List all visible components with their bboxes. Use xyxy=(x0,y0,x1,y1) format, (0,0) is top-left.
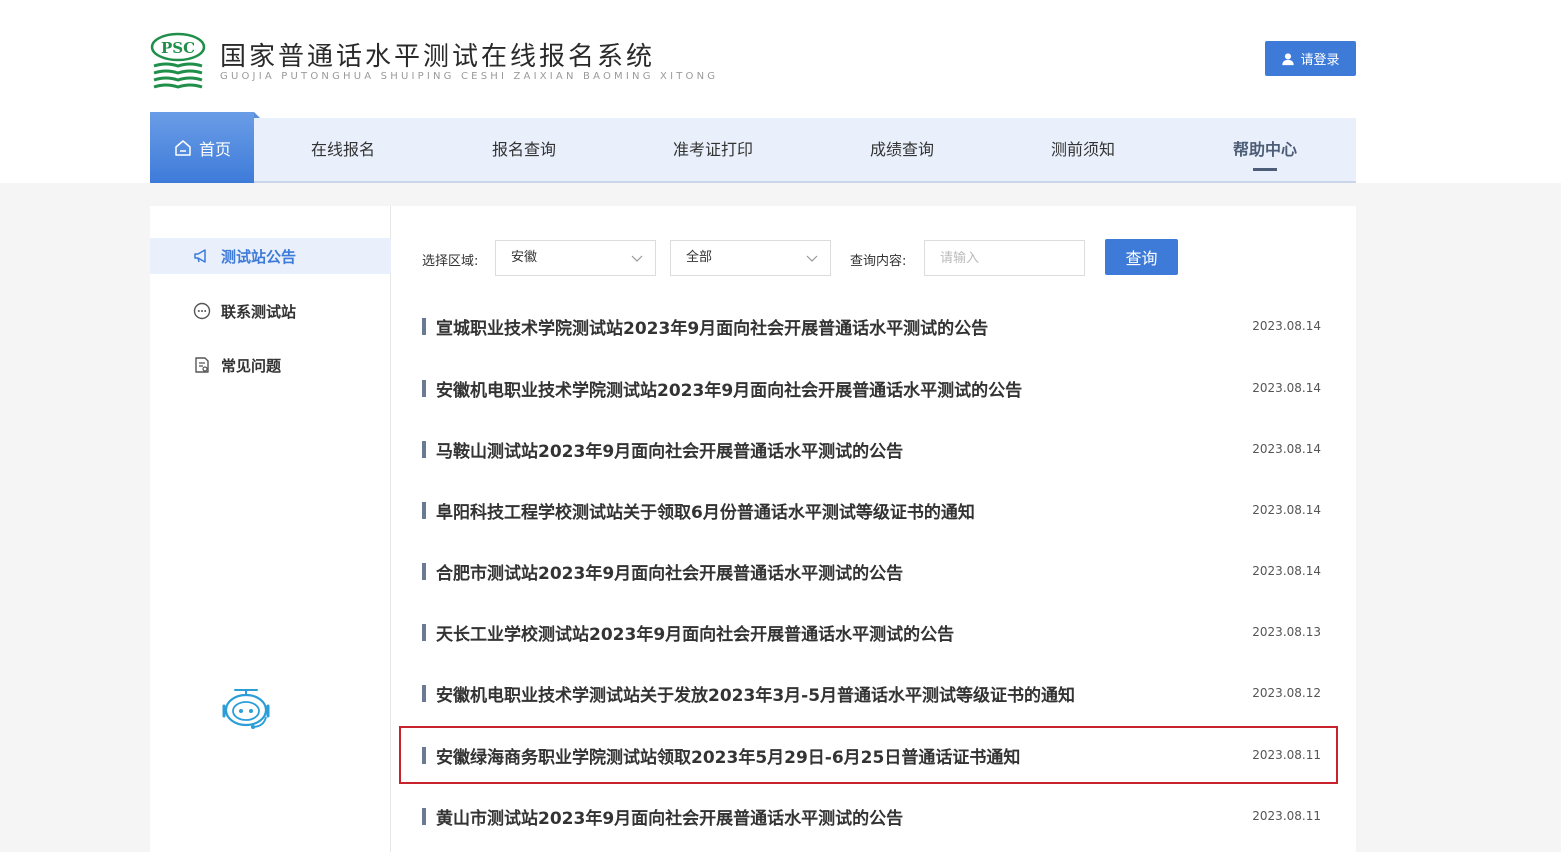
chevron-down-icon xyxy=(806,255,818,262)
list-item-marker xyxy=(422,746,426,764)
list-item[interactable]: 宣城职业技术学院测试站2023年9月面向社会开展普通话水平测试的公告 2023.… xyxy=(422,308,1327,344)
notice-title: 安徽机电职业技术学测试站关于发放2023年3月-5月普通话水平测试等级证书的通知 xyxy=(436,685,1076,706)
list-item-marker xyxy=(422,501,426,519)
list-item[interactable]: 黄山市测试站2023年9月面向社会开展普通话水平测试的公告 2023.08.11 xyxy=(422,798,1327,834)
sidebar-item-faq[interactable]: 常见问题 xyxy=(150,347,391,383)
notice-date: 2023.08.11 xyxy=(1252,748,1321,762)
list-item[interactable]: 安徽机电职业技术学测试站关于发放2023年3月-5月普通话水平测试等级证书的通知… xyxy=(422,675,1327,711)
sidebar-item-label: 联系测试站 xyxy=(221,302,297,321)
home-icon xyxy=(175,139,191,156)
nav-admission-ticket-print[interactable]: 准考证打印 xyxy=(658,118,768,181)
nav-score-query[interactable]: 成绩查询 xyxy=(852,118,952,181)
nav-pretest-notice[interactable]: 测前须知 xyxy=(1033,118,1133,181)
notice-date: 2023.08.14 xyxy=(1252,319,1321,333)
chevron-down-icon xyxy=(631,255,643,262)
main-content: 测试站公告 联系测试站 常见问题 选择区域: 安徽 全部 查询内容: 请输入 查… xyxy=(150,206,1356,852)
query-content-label: 查询内容: xyxy=(850,254,907,269)
region-label: 选择区域: xyxy=(422,254,479,269)
sidebar-item-contact[interactable]: 联系测试站 xyxy=(150,293,391,329)
nav-help-center-label: 帮助中心 xyxy=(1232,140,1297,159)
query-input[interactable] xyxy=(924,240,1085,276)
list-item-marker xyxy=(422,379,426,397)
province-select[interactable]: 安徽 xyxy=(495,240,656,276)
nav-online-registration[interactable]: 在线报名 xyxy=(293,118,393,181)
list-item[interactable]: 合肥市测试站2023年9月面向社会开展普通话水平测试的公告 2023.08.14 xyxy=(422,553,1327,589)
list-item[interactable]: 阜阳科技工程学校测试站关于领取6月份普通话水平测试等级证书的通知 2023.08… xyxy=(422,492,1327,528)
chat-icon xyxy=(193,302,211,320)
notice-title: 黄山市测试站2023年9月面向社会开展普通话水平测试的公告 xyxy=(436,808,904,829)
list-item-marker xyxy=(422,562,426,580)
list-item[interactable]: 马鞍山测试站2023年9月面向社会开展普通话水平测试的公告 2023.08.14 xyxy=(422,431,1327,467)
nav-home-label: 首页 xyxy=(198,139,231,159)
list-item-highlighted[interactable]: 安徽绿海商务职业学院测试站领取2023年5月29日-6月25日普通话证书通知 2… xyxy=(422,737,1327,773)
notice-title: 宣城职业技术学院测试站2023年9月面向社会开展普通话水平测试的公告 xyxy=(436,318,989,339)
notice-date: 2023.08.13 xyxy=(1252,625,1321,639)
list-item-marker xyxy=(422,807,426,825)
list-item[interactable]: 安徽机电职业技术学院测试站2023年9月面向社会开展普通话水平测试的公告 202… xyxy=(422,370,1327,406)
list-item-marker xyxy=(422,440,426,458)
notice-date: 2023.08.14 xyxy=(1252,564,1321,578)
list-item[interactable]: 天长工业学校测试站2023年9月面向社会开展普通话水平测试的公告 2023.08… xyxy=(422,614,1327,650)
robot-assistant-icon[interactable] xyxy=(220,686,272,732)
notice-title: 马鞍山测试站2023年9月面向社会开展普通话水平测试的公告 xyxy=(436,441,904,462)
login-button[interactable]: 请登录 xyxy=(1265,41,1356,76)
main-nav: 首页 在线报名 报名查询 准考证打印 成绩查询 测前须知 帮助中心 xyxy=(150,112,1356,183)
sidebar: 测试站公告 联系测试站 常见问题 xyxy=(150,206,391,852)
notice-date: 2023.08.11 xyxy=(1252,809,1321,823)
sidebar-item-notices[interactable]: 测试站公告 xyxy=(150,238,391,274)
notice-title: 安徽绿海商务职业学院测试站领取2023年5月29日-6月25日普通话证书通知 xyxy=(436,747,1021,768)
svg-text:PSC: PSC xyxy=(161,39,195,57)
login-label: 请登录 xyxy=(1300,53,1340,68)
notice-title: 合肥市测试站2023年9月面向社会开展普通话水平测试的公告 xyxy=(436,563,904,584)
site-logo[interactable]: PSC 国家普通话水平测试在线报名系统 GUOJIA PUTONGHUA SHU… xyxy=(150,32,715,90)
site-subtitle: GUOJIA PUTONGHUA SHUIPING CESHI ZAIXIAN … xyxy=(220,71,719,82)
city-select-value: 全部 xyxy=(686,250,713,265)
city-select[interactable]: 全部 xyxy=(670,240,831,276)
list-item-marker xyxy=(422,317,426,335)
psc-logo-icon: PSC xyxy=(150,32,206,89)
user-icon xyxy=(1282,52,1295,65)
nav-help-center[interactable]: 帮助中心 xyxy=(1215,118,1315,181)
sidebar-item-label: 测试站公告 xyxy=(221,247,297,266)
nav-registration-query[interactable]: 报名查询 xyxy=(474,118,574,181)
site-title: 国家普通话水平测试在线报名系统 xyxy=(220,42,656,72)
query-button[interactable]: 查询 xyxy=(1105,239,1178,275)
list-item-marker xyxy=(422,623,426,641)
province-select-value: 安徽 xyxy=(511,250,538,265)
notice-date: 2023.08.14 xyxy=(1252,381,1321,395)
megaphone-icon xyxy=(194,249,206,263)
notice-date: 2023.08.14 xyxy=(1252,503,1321,517)
sidebar-item-label: 常见问题 xyxy=(221,356,282,375)
list-item-marker xyxy=(422,684,426,702)
active-tab-indicator xyxy=(1253,168,1277,171)
notice-date: 2023.08.12 xyxy=(1252,686,1321,700)
notice-title: 阜阳科技工程学校测试站关于领取6月份普通话水平测试等级证书的通知 xyxy=(436,502,975,523)
nav-home[interactable]: 首页 xyxy=(150,112,260,183)
notice-title: 安徽机电职业技术学院测试站2023年9月面向社会开展普通话水平测试的公告 xyxy=(436,380,1023,401)
notice-title: 天长工业学校测试站2023年9月面向社会开展普通话水平测试的公告 xyxy=(436,624,955,645)
notice-date: 2023.08.14 xyxy=(1252,442,1321,456)
document-icon xyxy=(195,357,209,373)
